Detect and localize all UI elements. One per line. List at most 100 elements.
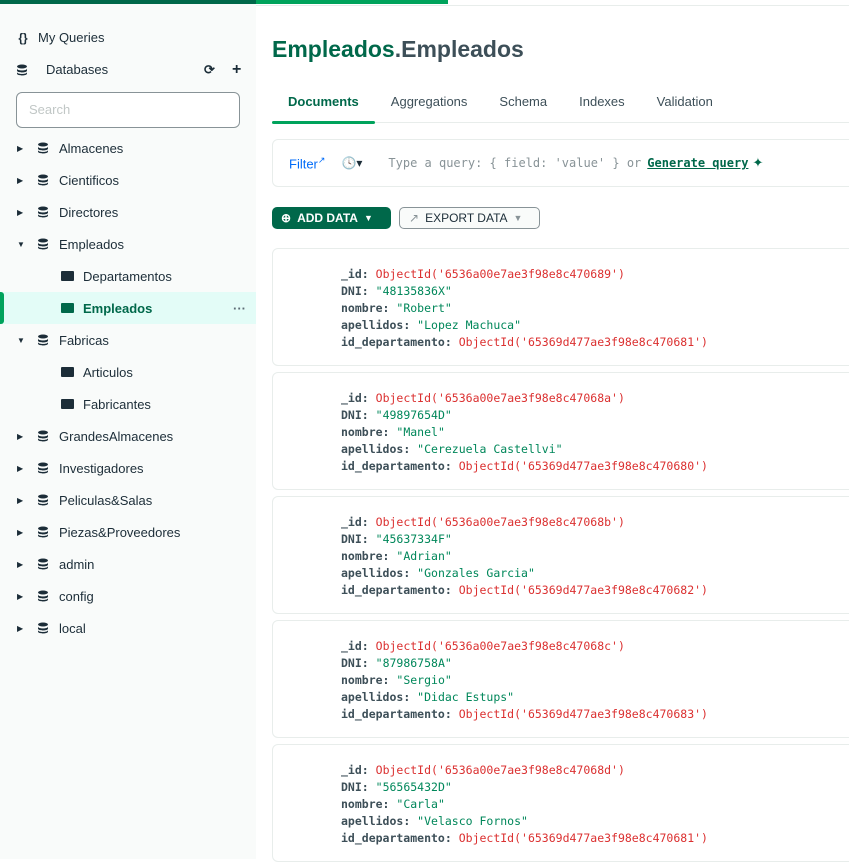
field-key: DNI <box>341 780 362 794</box>
sparkle-icon: ✦ <box>752 155 764 170</box>
sidebar-database-item[interactable]: ▶ GrandesAlmacenes <box>0 420 256 452</box>
field-key: id_departamento <box>341 831 445 845</box>
document-card[interactable]: _id: ObjectId('6536a00e7ae3f98e8c47068c'… <box>272 620 849 738</box>
caret-down-icon[interactable]: ▼ <box>17 336 27 345</box>
caret-right-icon[interactable]: ▶ <box>17 176 27 185</box>
caret-right-icon[interactable]: ▶ <box>17 560 27 569</box>
filter-link[interactable]: Filter↗ <box>289 155 325 171</box>
field-key: DNI <box>341 284 362 298</box>
tab-indexes[interactable]: Indexes <box>563 86 641 123</box>
caret-right-icon[interactable]: ▶ <box>17 208 27 217</box>
database-icon <box>38 494 48 506</box>
my-queries-label: My Queries <box>38 30 105 45</box>
caret-right-icon[interactable]: ▶ <box>17 592 27 601</box>
sidebar-database-item[interactable]: ▶ admin <box>0 548 256 580</box>
field-value: "Lopez Machuca" <box>417 318 522 332</box>
search-input[interactable]: Search <box>16 92 240 128</box>
sidebar-database-item[interactable]: ▼ Fabricas <box>0 324 256 356</box>
refresh-icon[interactable]: ⟳ <box>204 62 215 78</box>
collection-name: .Empleados <box>394 36 524 62</box>
database-name[interactable]: Empleados <box>272 36 395 62</box>
my-queries-link[interactable]: {} My Queries <box>16 30 104 45</box>
sidebar-database-item[interactable]: ▶ Cientificos <box>0 164 256 196</box>
item-label: Investigadores <box>59 460 144 476</box>
field-value: "48135836X" <box>375 284 452 298</box>
field-key: id_departamento <box>341 459 445 473</box>
item-label: Empleados <box>83 300 153 316</box>
caret-right-icon[interactable]: ▶ <box>17 464 27 473</box>
field-id_departamento: id_departamento: ObjectId('65369d477ae3f… <box>341 458 708 475</box>
colon: : <box>444 459 459 473</box>
folder-icon <box>61 303 74 313</box>
sidebar-database-item[interactable]: ▶ Peliculas&Salas <box>0 484 256 516</box>
field-DNI: DNI: "56565432D" <box>341 779 708 796</box>
document-card[interactable]: _id: ObjectId('6536a00e7ae3f98e8c47068d'… <box>272 744 849 862</box>
database-icon <box>38 462 48 474</box>
export-data-button[interactable]: ↗ EXPORT DATA ▼ <box>399 207 540 229</box>
field-value: "49897654D" <box>375 408 452 422</box>
field-_id: _id: ObjectId('6536a00e7ae3f98e8c47068c'… <box>341 638 708 655</box>
colon: : <box>403 690 418 704</box>
caret-right-icon[interactable]: ▶ <box>17 432 27 441</box>
document-fields: _id: ObjectId('6536a00e7ae3f98e8c47068c'… <box>341 638 708 723</box>
sidebar-database-item[interactable]: ▶ config <box>0 580 256 612</box>
field-key: _id <box>341 391 362 405</box>
field-value: "45637334F" <box>375 532 452 546</box>
field-value: ObjectId('65369d477ae3f98e8c470683') <box>458 707 708 721</box>
item-label: config <box>59 588 94 604</box>
caret-right-icon[interactable]: ▶ <box>17 144 27 153</box>
query-input[interactable]: Type a query: { field: 'value' } or <box>388 156 641 170</box>
sidebar-collection-item[interactable]: Articulos <box>0 356 256 388</box>
field-value: "Manel" <box>396 425 445 439</box>
add-data-button[interactable]: ⊕ ADD DATA ▼ <box>272 207 391 229</box>
collection-tabs: Documents Aggregations Schema Indexes Va… <box>272 86 849 124</box>
active-workspace-tab[interactable] <box>256 0 448 4</box>
field-key: apellidos <box>341 442 404 456</box>
sidebar-collection-item[interactable]: Departamentos <box>0 260 256 292</box>
field-key: id_departamento <box>341 707 445 721</box>
document-card[interactable]: _id: ObjectId('6536a00e7ae3f98e8c47068a'… <box>272 372 849 490</box>
item-label: Peliculas&Salas <box>59 492 153 508</box>
document-card[interactable]: _id: ObjectId('6536a00e7ae3f98e8c47068b'… <box>272 496 849 614</box>
caret-right-icon[interactable]: ▶ <box>17 496 27 505</box>
external-link-icon: ↗ <box>317 154 326 165</box>
item-label: Fabricantes <box>83 396 151 412</box>
sidebar-database-item[interactable]: ▶ Piezas&Proveedores <box>0 516 256 548</box>
plus-icon[interactable]: + <box>232 61 241 79</box>
sidebar-database-item[interactable]: ▼ Empleados <box>0 228 256 260</box>
sidebar-collection-item[interactable]: Empleados ··· <box>0 292 256 324</box>
more-options-icon[interactable]: ··· <box>233 301 246 316</box>
field-value: ObjectId('6536a00e7ae3f98e8c47068c') <box>375 639 625 653</box>
sidebar-database-item[interactable]: ▶ Investigadores <box>0 452 256 484</box>
field-key: nombre <box>341 301 383 315</box>
tab-validation[interactable]: Validation <box>641 86 729 123</box>
field-nombre: nombre: "Adrian" <box>341 548 708 565</box>
tab-documents[interactable]: Documents <box>272 86 375 124</box>
sidebar-database-item[interactable]: ▶ local <box>0 612 256 644</box>
colon: : <box>403 814 418 828</box>
colon: : <box>444 583 459 597</box>
field-key: _id <box>341 267 362 281</box>
field-_id: _id: ObjectId('6536a00e7ae3f98e8c47068a'… <box>341 390 708 407</box>
query-history-icon[interactable]: 🕓▾ <box>341 156 362 170</box>
database-icon <box>38 206 48 218</box>
colon: : <box>361 780 376 794</box>
field-value: ObjectId('65369d477ae3f98e8c470681') <box>458 831 708 845</box>
item-label: Piezas&Proveedores <box>59 524 181 540</box>
field-value: "Velasco Fornos" <box>417 814 528 828</box>
databases-header[interactable]: Databases ⟳ + <box>16 61 246 79</box>
tab-aggregations[interactable]: Aggregations <box>375 86 484 123</box>
sidebar-database-item[interactable]: ▶ Almacenes <box>0 132 256 164</box>
caret-down-icon[interactable]: ▼ <box>17 240 27 249</box>
database-icon <box>38 238 48 250</box>
document-card[interactable]: _id: ObjectId('6536a00e7ae3f98e8c470689'… <box>272 248 849 366</box>
field-_id: _id: ObjectId('6536a00e7ae3f98e8c470689'… <box>341 266 708 283</box>
generate-query-link[interactable]: Generate query <box>647 156 748 170</box>
colon: : <box>361 408 376 422</box>
colon: : <box>382 425 397 439</box>
tab-schema[interactable]: Schema <box>483 86 563 123</box>
caret-right-icon[interactable]: ▶ <box>17 624 27 633</box>
sidebar-collection-item[interactable]: Fabricantes <box>0 388 256 420</box>
caret-right-icon[interactable]: ▶ <box>17 528 27 537</box>
sidebar-database-item[interactable]: ▶ Directores <box>0 196 256 228</box>
